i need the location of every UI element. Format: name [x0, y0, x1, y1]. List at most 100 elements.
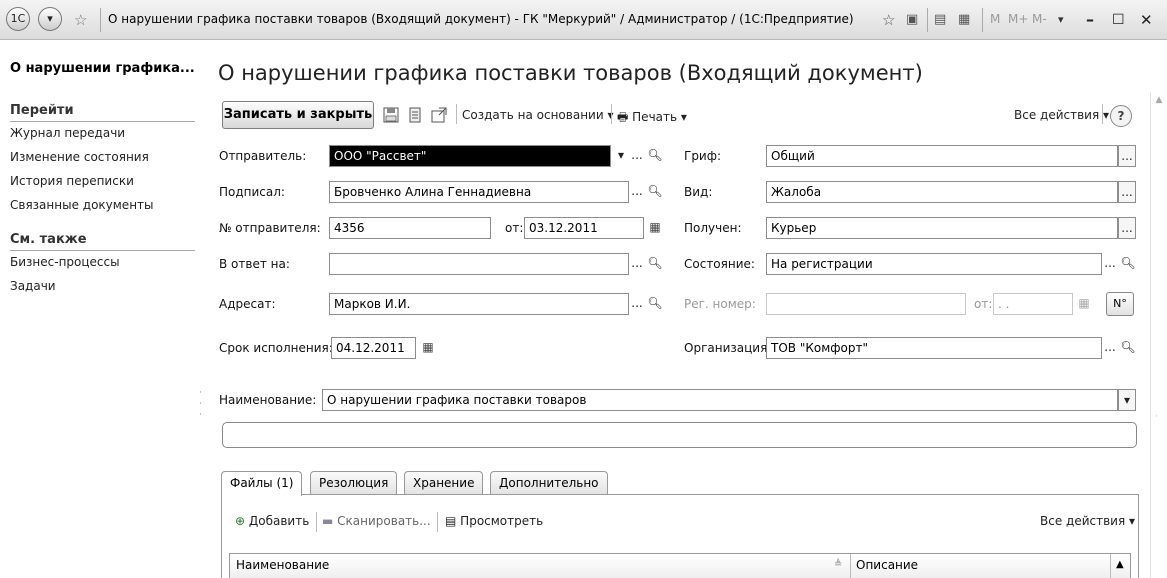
- sort-icon[interactable]: ≜: [834, 559, 842, 570]
- search-icon[interactable]: 🔍︎: [647, 253, 663, 275]
- scroll-up-icon[interactable]: ▲: [1116, 559, 1124, 570]
- select-ellipsis-button[interactable]: ...: [629, 181, 645, 203]
- name-input[interactable]: О нарушении графика поставки товаров: [322, 389, 1118, 411]
- reg-date-input: . .: [993, 293, 1073, 315]
- save-close-button[interactable]: Записать и закрыть: [222, 101, 374, 129]
- create-based-on-label: Создать на основании: [462, 108, 604, 122]
- memory-m-button[interactable]: M: [990, 12, 1000, 26]
- deadline-label: Срок исполнения:: [219, 341, 333, 355]
- sidebar-item-related-docs[interactable]: Связанные документы: [10, 198, 154, 212]
- favorite-star-icon[interactable]: ☆: [74, 11, 87, 29]
- separator: [611, 104, 612, 124]
- send-document-icon[interactable]: [430, 106, 448, 124]
- kind-input[interactable]: Жалоба: [766, 181, 1118, 203]
- sender-input[interactable]: ООО "Рассвет": [329, 145, 611, 167]
- kind-label: Вид:: [684, 185, 713, 199]
- search-icon[interactable]: 🔍︎: [647, 145, 663, 167]
- calendar-icon[interactable]: ▦: [418, 337, 438, 359]
- tab-additional[interactable]: Дополнительно: [490, 471, 608, 495]
- scan-button[interactable]: ▬ Сканировать...: [322, 514, 431, 528]
- all-actions-menu[interactable]: Все действия ▾: [1014, 108, 1109, 122]
- sidebar-goto-header: Перейти: [10, 103, 74, 118]
- sender-label: Отправитель:: [219, 149, 307, 163]
- navigation-panel: О нарушении графика... Перейти Журнал пе…: [0, 41, 195, 578]
- search-icon[interactable]: 🔍︎: [1120, 253, 1136, 275]
- help-button[interactable]: ?: [1110, 105, 1132, 127]
- page-title: О нарушении графика поставки товаров (Вх…: [218, 61, 923, 85]
- memory-m-minus-button[interactable]: M-: [1032, 12, 1047, 26]
- all-actions-label: Все действия: [1014, 108, 1100, 122]
- select-ellipsis-button[interactable]: ...: [1102, 253, 1118, 275]
- tab-files[interactable]: Файлы (1): [221, 471, 303, 496]
- create-based-on-menu[interactable]: Создать на основании ▾: [462, 108, 613, 122]
- addressee-label: Адресат:: [219, 297, 276, 311]
- chevron-down-icon[interactable]: ▾: [1058, 11, 1064, 29]
- stamp-input[interactable]: Общий: [766, 145, 1118, 167]
- close-icon[interactable]: ✕: [1140, 11, 1153, 29]
- received-label: Получен:: [684, 221, 742, 235]
- separator: [927, 8, 928, 32]
- sidebar-item-transfer-log[interactable]: Журнал передачи: [10, 126, 125, 140]
- post-document-icon[interactable]: [406, 106, 424, 124]
- files-all-actions-menu[interactable]: Все действия ▾: [1040, 514, 1135, 528]
- sidebar-item-correspondence[interactable]: История переписки: [10, 174, 134, 188]
- sidebar-item-tasks[interactable]: Задачи: [10, 279, 56, 293]
- select-ellipsis-button[interactable]: ...: [629, 293, 645, 315]
- assign-number-button[interactable]: N°: [1106, 292, 1134, 316]
- select-ellipsis-button[interactable]: ...: [1118, 217, 1136, 239]
- divider: [850, 554, 851, 578]
- calendar-icon[interactable]: ▦: [645, 217, 665, 239]
- comment-input[interactable]: [222, 422, 1137, 448]
- add-file-button[interactable]: ⊕ Добавить: [235, 514, 309, 528]
- sender-number-input[interactable]: 4356: [329, 217, 491, 239]
- save-icon[interactable]: [382, 106, 400, 124]
- signed-input[interactable]: Бровченко Алина Геннадиевна: [329, 181, 629, 203]
- calendar-icon[interactable]: ▦: [958, 11, 970, 29]
- printer-icon: 🖶: [617, 110, 629, 124]
- column-header-description[interactable]: Описание: [856, 558, 918, 572]
- select-ellipsis-button[interactable]: ...: [629, 145, 645, 167]
- calculator-icon[interactable]: ▤: [934, 11, 946, 29]
- organization-input[interactable]: ТОВ "Комфорт": [766, 337, 1102, 359]
- reg-date-from-label: от:: [974, 297, 993, 311]
- received-input[interactable]: Курьер: [766, 217, 1118, 239]
- dropdown-arrow-icon[interactable]: ▾: [613, 145, 629, 167]
- signed-label: Подписал:: [219, 185, 285, 199]
- reply-to-label: В ответ на:: [219, 257, 290, 271]
- dropdown-menu-icon[interactable]: ▾: [38, 7, 62, 31]
- state-input[interactable]: На регистрации: [766, 253, 1102, 275]
- form-scrollbar[interactable]: ▲ ·: [1150, 92, 1167, 578]
- files-all-actions-label: Все действия: [1040, 514, 1126, 528]
- view-file-label: Просмотреть: [460, 514, 544, 528]
- 1c-logo-icon[interactable]: 1С: [6, 7, 30, 31]
- select-ellipsis-button[interactable]: ...: [1118, 145, 1136, 167]
- calendar-icon: ▦: [1078, 296, 1090, 310]
- view-file-button[interactable]: ▤ Просмотреть: [445, 514, 543, 528]
- deadline-input[interactable]: 04.12.2011: [331, 337, 416, 359]
- reply-to-input[interactable]: [329, 253, 629, 275]
- memory-m-plus-button[interactable]: M+: [1008, 12, 1028, 26]
- minimize-icon[interactable]: –: [1086, 11, 1094, 29]
- sidebar-item-business-processes[interactable]: Бизнес-процессы: [10, 255, 120, 269]
- bookmark-star-icon[interactable]: ☆: [882, 11, 895, 29]
- addressee-input[interactable]: Марков И.И.: [329, 293, 629, 315]
- print-menu[interactable]: 🖶 Печать ▾: [617, 108, 687, 129]
- select-ellipsis-button[interactable]: ...: [1102, 337, 1118, 359]
- history-icon[interactable]: ▣: [906, 11, 918, 29]
- sidebar-item-state-change[interactable]: Изменение состояния: [10, 150, 149, 164]
- tab-storage[interactable]: Хранение: [404, 471, 484, 495]
- column-header-name[interactable]: Наименование: [236, 558, 329, 572]
- select-ellipsis-button[interactable]: ...: [1118, 181, 1136, 203]
- tab-resolution[interactable]: Резолюция: [310, 471, 398, 495]
- scroll-grip-icon[interactable]: ·: [1155, 412, 1158, 422]
- scroll-up-icon[interactable]: ▲: [1151, 92, 1167, 108]
- search-icon[interactable]: 🔍︎: [647, 293, 663, 315]
- dropdown-arrow-icon[interactable]: ▾: [1118, 389, 1136, 411]
- sidebar-title: О нарушении графика...: [10, 61, 195, 76]
- maximize-icon[interactable]: ☐: [1112, 11, 1125, 29]
- search-icon[interactable]: 🔍︎: [647, 181, 663, 203]
- select-ellipsis-button[interactable]: ...: [629, 253, 645, 275]
- panel-splitter-handle[interactable]: · · ·: [199, 388, 203, 424]
- search-icon[interactable]: 🔍︎: [1120, 337, 1136, 359]
- sender-date-input[interactable]: 03.12.2011: [524, 217, 644, 239]
